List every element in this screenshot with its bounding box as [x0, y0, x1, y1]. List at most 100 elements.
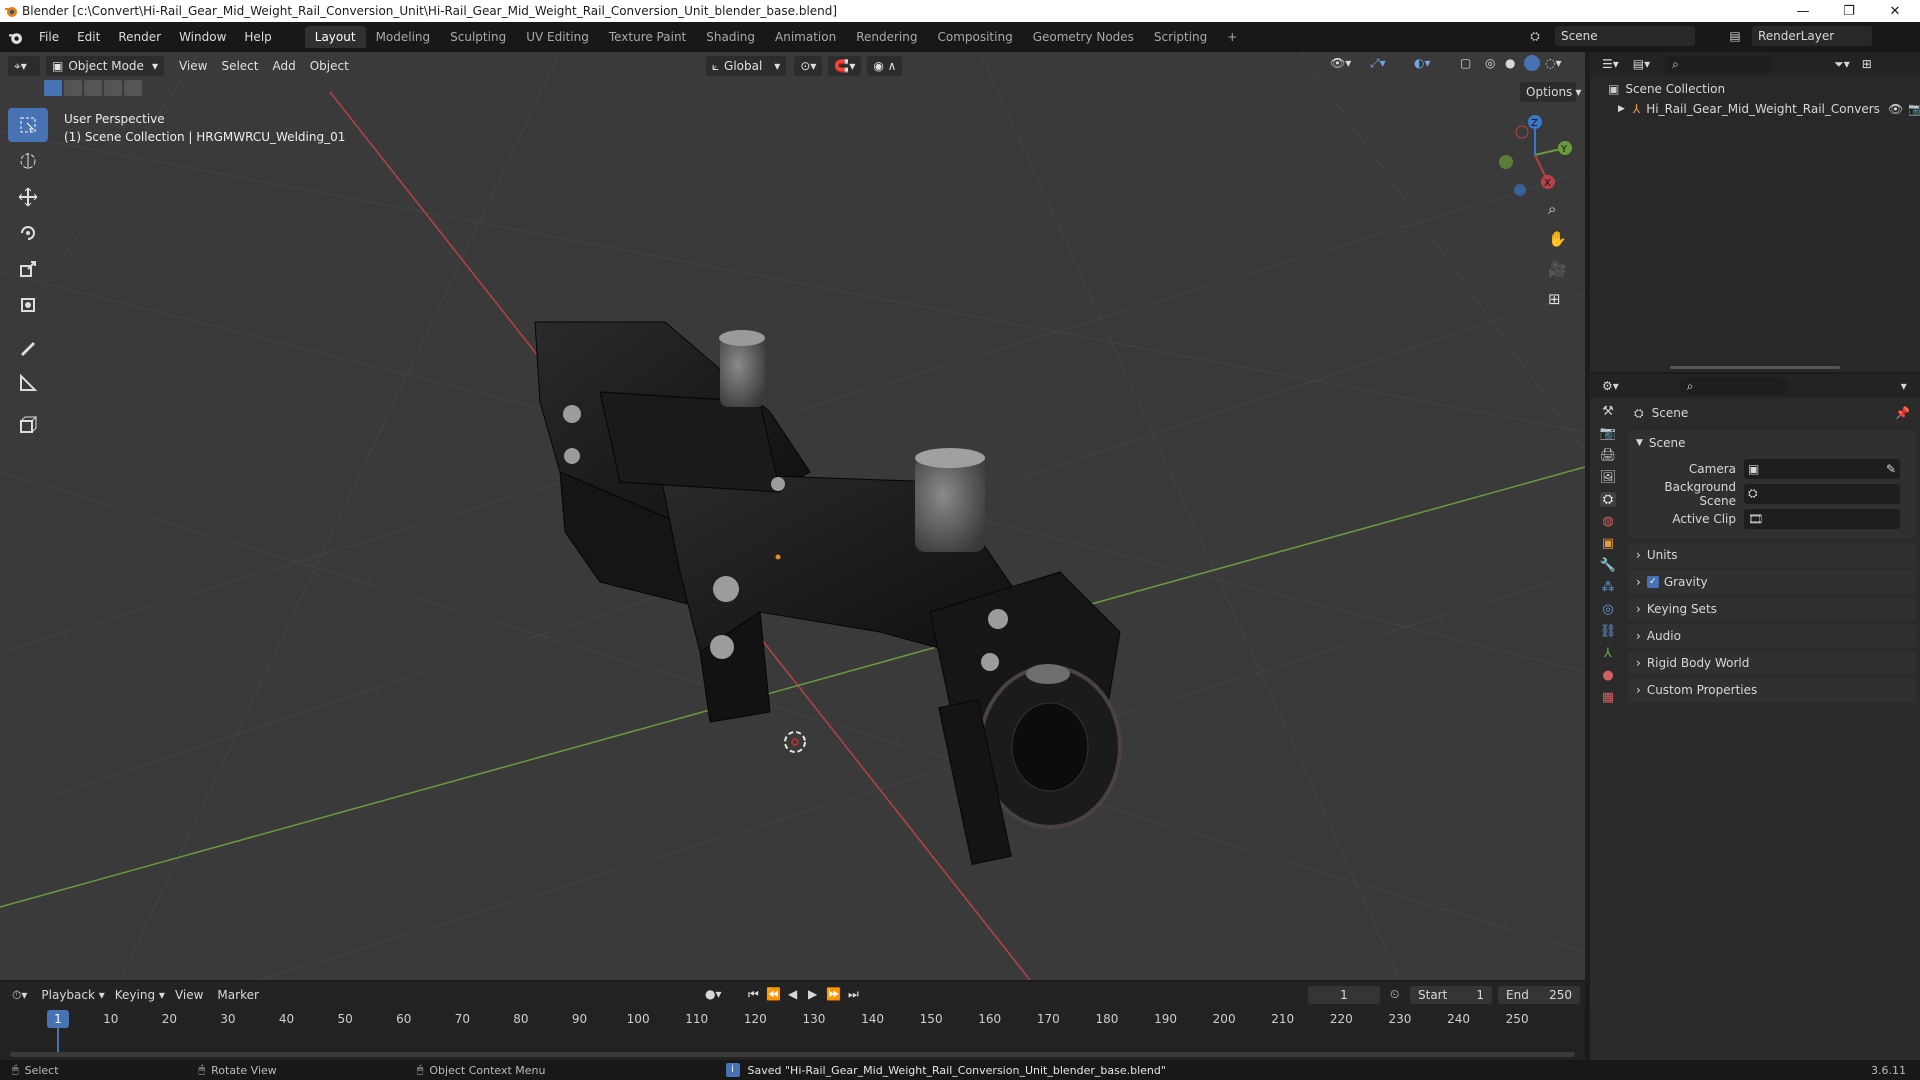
background-scene-field[interactable]: ⛭ [1744, 483, 1900, 504]
tab-animation[interactable]: Animation [765, 26, 846, 48]
scene-panel-header[interactable]: ▼ Scene [1628, 430, 1916, 456]
section-custom-properties[interactable]: › Custom Properties [1628, 678, 1916, 702]
xray-icon[interactable]: ▢ [1460, 56, 1471, 70]
jump-start-icon[interactable]: ⏮ [748, 987, 759, 1002]
editor-type-icon[interactable]: ⌖▾ [8, 56, 40, 76]
menu-timeline-view[interactable]: View [175, 988, 203, 1002]
outliner-scene-collection[interactable]: ▣ Scene Collection [1608, 82, 1725, 96]
jump-keyframe-back-icon[interactable]: ⏪ [766, 987, 781, 1001]
outliner-scrollbar[interactable] [1670, 366, 1840, 369]
overlays-icon[interactable]: ◐▾ [1414, 56, 1431, 70]
output-tab-icon[interactable]: 🖨 [1600, 448, 1617, 463]
tab-scripting[interactable]: Scripting [1144, 26, 1217, 48]
tab-texture-paint[interactable]: Texture Paint [599, 26, 696, 48]
menu-render[interactable]: Render [109, 26, 170, 48]
pan-hand-icon[interactable]: ✋ [1548, 230, 1567, 248]
select-new-icon[interactable] [44, 80, 62, 96]
menu-marker[interactable]: Marker [217, 988, 258, 1002]
visibility-icon[interactable]: 👁▾ [1330, 56, 1351, 70]
tab-geometry-nodes[interactable]: Geometry Nodes [1023, 26, 1144, 48]
renderlayer-icon[interactable]: ▤ [1725, 26, 1745, 46]
jump-keyframe-forward-icon[interactable]: ⏩ [826, 987, 841, 1001]
properties-editor-icon[interactable]: ⚙▾ [1602, 379, 1619, 393]
properties-search-input[interactable]: ⌕ [1678, 377, 1789, 395]
menu-keying[interactable]: Keying ▾ [115, 988, 165, 1002]
wireframe-shading-icon[interactable]: ◎ [1485, 56, 1495, 70]
measure-tool-icon[interactable] [8, 366, 48, 400]
play-reverse-icon[interactable]: ◀ [788, 987, 797, 1001]
tab-sculpting[interactable]: Sculpting [440, 26, 516, 48]
outliner-display-mode-icon[interactable]: ☰▾ [1602, 57, 1619, 71]
modifier-tab-icon[interactable]: 🔧 [1600, 558, 1616, 573]
proportional-edit-icon[interactable]: ◉ ∧ [867, 56, 903, 76]
rendered-shading-icon[interactable]: ◌▾ [1545, 56, 1562, 70]
select-invert-icon[interactable] [104, 80, 122, 96]
rotate-tool-icon[interactable] [8, 216, 48, 250]
tab-compositing[interactable]: Compositing [927, 26, 1022, 48]
menu-view[interactable]: View [172, 59, 214, 73]
outliner-search-input[interactable]: ⌕ [1664, 55, 1775, 73]
view-layer-tab-icon[interactable]: 🖼 [1600, 470, 1617, 485]
physics-tab-icon[interactable]: ◎ [1602, 602, 1613, 617]
section-audio[interactable]: › Audio [1628, 624, 1916, 648]
new-collection-icon[interactable]: ⊞ [1862, 57, 1872, 71]
tab-shading[interactable]: Shading [696, 26, 765, 48]
camera-view-icon[interactable]: 🎥 [1548, 260, 1567, 278]
section-units[interactable]: › Units [1628, 543, 1916, 567]
3d-cursor-icon[interactable] [784, 731, 806, 753]
menu-window[interactable]: Window [170, 26, 235, 48]
gravity-checkbox[interactable]: ✓ [1646, 576, 1659, 588]
camera-render-icon[interactable]: 📷 [1908, 102, 1920, 116]
snap-icon[interactable]: 🧲▾ [828, 56, 862, 76]
tool-tab-icon[interactable]: ⚒ [1602, 404, 1614, 419]
jump-end-icon[interactable]: ⏭ [848, 987, 859, 1002]
ortho-grid-icon[interactable]: ⊞ [1548, 290, 1567, 308]
timeline-scrollbar[interactable] [10, 1052, 1575, 1057]
zoom-icon[interactable]: ⌕ [1548, 200, 1567, 218]
stopwatch-icon[interactable]: ⏲ [1390, 987, 1399, 1002]
close-icon[interactable]: ✕ [1872, 0, 1918, 22]
select-extend-icon[interactable] [64, 80, 82, 96]
end-frame-field[interactable]: End 250 [1498, 986, 1580, 1004]
menu-help[interactable]: Help [235, 26, 280, 48]
current-frame-field[interactable]: 1 [1308, 986, 1380, 1004]
annotate-tool-icon[interactable] [8, 330, 48, 364]
select-box-tool-icon[interactable] [8, 108, 48, 142]
scene-tab-icon[interactable]: ⛭ [1599, 492, 1617, 507]
options-button[interactable]: Options ▾ [1520, 82, 1581, 102]
timeline-editor-type-icon[interactable]: ⏱▾ [12, 988, 27, 1003]
data-tab-icon[interactable]: ⅄ [1604, 646, 1612, 661]
texture-tab-icon[interactable]: ▦ [1602, 690, 1614, 705]
timeline-ruler[interactable]: 1 10 20 30 40 50 60 70 80 90 100 110 120 130 140 150 160… [0, 1008, 1585, 1060]
menu-edit[interactable]: Edit [68, 26, 109, 48]
world-tab-icon[interactable]: ◍ [1602, 514, 1613, 529]
play-icon[interactable]: ▶ [808, 987, 817, 1001]
eyedropper-icon[interactable]: ✎ [1886, 462, 1896, 476]
renderlayer-field[interactable]: RenderLayer [1752, 26, 1872, 46]
menu-playback[interactable]: Playback ▾ [41, 988, 104, 1002]
particles-tab-icon[interactable]: ⁂ [1602, 580, 1615, 595]
record-icon[interactable]: ●▾ [705, 987, 722, 1001]
scale-tool-icon[interactable] [8, 252, 48, 286]
properties-options-icon[interactable]: ▾ [1901, 379, 1907, 393]
tab-layout[interactable]: Layout [304, 26, 366, 48]
scene-selector-icon[interactable]: ⛭ [1525, 26, 1545, 46]
gizmo-toggle-icon[interactable]: ⤢▾ [1370, 56, 1386, 71]
select-intersect-icon[interactable] [124, 80, 142, 96]
transform-orientation-dropdown[interactable]: ⟀ Global ▾ [705, 56, 787, 76]
menu-add[interactable]: Add [265, 59, 302, 73]
eye-visibility-icon[interactable]: 👁 [1888, 102, 1903, 116]
object-tab-icon[interactable]: ▣ [1602, 536, 1614, 551]
hi-rail-gear-model[interactable] [534, 321, 1122, 866]
constraints-tab-icon[interactable]: ⛓ [1600, 624, 1617, 639]
pin-icon[interactable]: 📌 [1895, 406, 1910, 420]
add-cube-tool-icon[interactable] [8, 408, 48, 442]
solid-shading-icon[interactable]: ● [1505, 56, 1515, 70]
section-keying-sets[interactable]: › Keying Sets [1628, 597, 1916, 621]
pivot-icon[interactable]: ⊙▾ [794, 56, 823, 76]
material-shading-icon[interactable] [1524, 55, 1540, 71]
scene-field[interactable]: Scene [1555, 26, 1695, 46]
navigation-gizmo[interactable]: Z Y X [1490, 110, 1580, 200]
maximize-icon[interactable]: ❐ [1826, 0, 1872, 22]
active-clip-field[interactable]: 🎞 [1744, 508, 1900, 529]
